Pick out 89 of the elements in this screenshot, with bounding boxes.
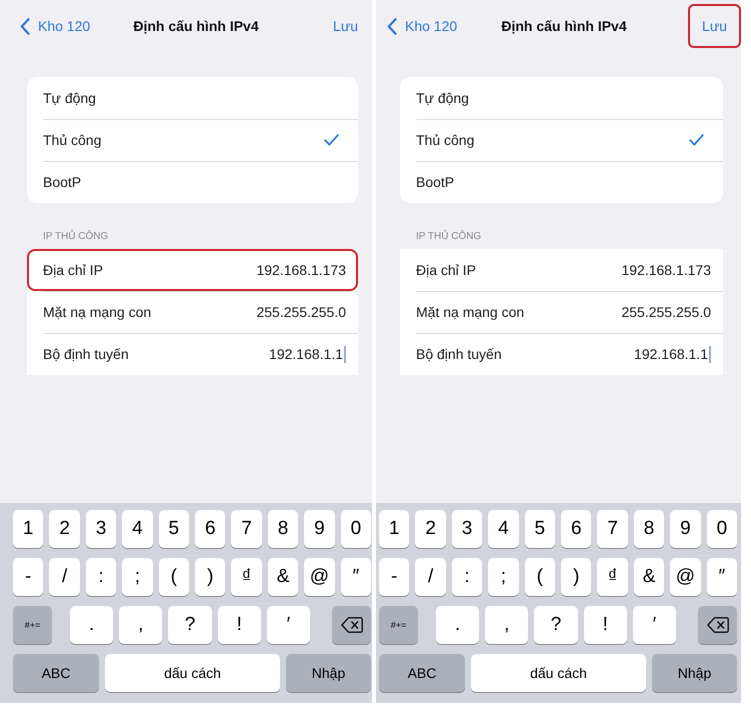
keyboard-key[interactable]: 8 xyxy=(634,510,664,548)
return-key[interactable]: Nhập xyxy=(286,654,371,692)
back-button[interactable]: Kho 120 xyxy=(20,18,90,34)
keyboard-key[interactable]: ₫ xyxy=(597,558,628,596)
backspace-icon xyxy=(340,617,363,633)
input-field[interactable]: 192.168.1.173 xyxy=(256,262,346,278)
keyboard-key[interactable]: @ xyxy=(670,558,701,596)
keyboard-key[interactable]: , xyxy=(485,606,528,644)
field-row[interactable]: Địa chỉ IP 192.168.1.173 xyxy=(27,249,358,291)
symbols-key[interactable]: #+= xyxy=(379,606,418,644)
field-label: Bộ định tuyến xyxy=(43,346,129,362)
input-field[interactable]: 192.168.1.1 xyxy=(634,346,708,362)
keyboard-key[interactable]: ) xyxy=(561,558,592,596)
keyboard-key[interactable]: ? xyxy=(168,606,212,644)
keyboard-key[interactable]: 6 xyxy=(561,510,592,548)
screen-title: Định cấu hình IPv4 xyxy=(133,18,259,34)
keyboard-key[interactable]: 2 xyxy=(415,510,446,548)
keyboard-key[interactable]: ″ xyxy=(340,558,372,596)
keyboard-key[interactable]: / xyxy=(415,558,446,596)
field-label: Mặt nạ mạng con xyxy=(43,304,152,320)
backspace-icon xyxy=(706,617,729,633)
option-row[interactable]: Tự động xyxy=(27,77,358,119)
keyboard-key[interactable]: ′ xyxy=(632,606,676,644)
return-key[interactable]: Nhập xyxy=(652,654,737,692)
back-button[interactable]: Kho 120 xyxy=(387,18,458,34)
space-key[interactable]: dấu cách xyxy=(105,654,280,692)
keyboard-key[interactable]: 2 xyxy=(49,510,80,548)
section-header: IP THỦ CÔNG xyxy=(43,231,110,242)
save-button[interactable]: Lưu xyxy=(688,4,741,48)
keyboard-key[interactable]: & xyxy=(634,558,664,596)
keyboard-key[interactable]: ″ xyxy=(706,558,738,596)
field-label: Địa chỉ IP xyxy=(43,262,103,278)
field-row[interactable]: Bộ định tuyến 192.168.1.1 xyxy=(400,333,723,375)
keyboard-key[interactable]: & xyxy=(268,558,298,596)
delete-key[interactable] xyxy=(698,606,738,644)
keyboard-key[interactable]: ( xyxy=(524,558,556,596)
keyboard-key[interactable]: 7 xyxy=(597,510,628,548)
keyboard-key[interactable]: ′ xyxy=(266,606,310,644)
keyboard-key[interactable]: - xyxy=(13,558,44,596)
field-label: Địa chỉ IP xyxy=(416,262,476,278)
keyboard-key[interactable]: 1 xyxy=(13,510,44,548)
keyboard-key[interactable]: : xyxy=(86,558,116,596)
keyboard-key[interactable]: / xyxy=(49,558,80,596)
keyboard-key[interactable]: 8 xyxy=(268,510,298,548)
delete-key[interactable] xyxy=(332,606,372,644)
keyboard-key[interactable]: 7 xyxy=(231,510,262,548)
save-button[interactable]: Lưu xyxy=(319,4,372,48)
back-chevron-icon xyxy=(387,18,397,34)
space-key[interactable]: dấu cách xyxy=(471,654,646,692)
option-row[interactable]: Tự động xyxy=(400,77,723,119)
screen-title: Định cấu hình IPv4 xyxy=(501,18,627,34)
keyboard-key[interactable]: 3 xyxy=(86,510,116,548)
input-field[interactable]: 192.168.1.173 xyxy=(621,262,711,278)
keyboard-key[interactable]: ! xyxy=(584,606,627,644)
keyboard-key[interactable]: ; xyxy=(122,558,153,596)
field-label: Mặt nạ mạng con xyxy=(416,304,524,320)
keyboard-key[interactable]: 3 xyxy=(452,510,482,548)
keyboard-key[interactable]: 9 xyxy=(670,510,701,548)
letters-key[interactable]: ABC xyxy=(13,654,99,692)
keyboard-key[interactable]: ! xyxy=(218,606,261,644)
input-field[interactable]: 255.255.255.0 xyxy=(621,304,711,320)
keyboard-key[interactable]: @ xyxy=(304,558,335,596)
back-chevron-icon xyxy=(20,18,30,34)
keyboard-key[interactable]: 0 xyxy=(706,510,738,548)
keyboard-key[interactable]: ( xyxy=(158,558,190,596)
keyboard-key[interactable]: , xyxy=(119,606,162,644)
keyboard-key[interactable]: 5 xyxy=(158,510,190,548)
keyboard-key[interactable]: 6 xyxy=(195,510,226,548)
field-row[interactable]: Bộ định tuyến 192.168.1.1 xyxy=(27,333,358,375)
keyboard-key[interactable]: . xyxy=(436,606,480,644)
keyboard-key[interactable]: 9 xyxy=(304,510,335,548)
input-field[interactable]: 255.255.255.0 xyxy=(256,304,346,320)
section-header: IP THỦ CÔNG xyxy=(416,231,482,242)
keyboard-key[interactable]: 0 xyxy=(340,510,372,548)
keyboard-key[interactable]: 5 xyxy=(524,510,556,548)
keyboard-key[interactable]: - xyxy=(379,558,410,596)
symbols-key[interactable]: #+= xyxy=(13,606,52,644)
keyboard-key[interactable]: 1 xyxy=(379,510,410,548)
field-label: Bộ định tuyến xyxy=(416,346,502,362)
keyboard-key[interactable]: ; xyxy=(488,558,519,596)
keyboard-key[interactable]: 4 xyxy=(122,510,153,548)
keyboard-key[interactable]: : xyxy=(452,558,482,596)
input-field[interactable]: 192.168.1.1 xyxy=(269,346,343,362)
letters-key[interactable]: ABC xyxy=(379,654,465,692)
keyboard-key[interactable]: 4 xyxy=(488,510,519,548)
keyboard-key[interactable]: ? xyxy=(534,606,578,644)
keyboard-key[interactable]: . xyxy=(70,606,114,644)
keyboard-key[interactable]: ₫ xyxy=(231,558,262,596)
keyboard-key[interactable]: ) xyxy=(195,558,226,596)
